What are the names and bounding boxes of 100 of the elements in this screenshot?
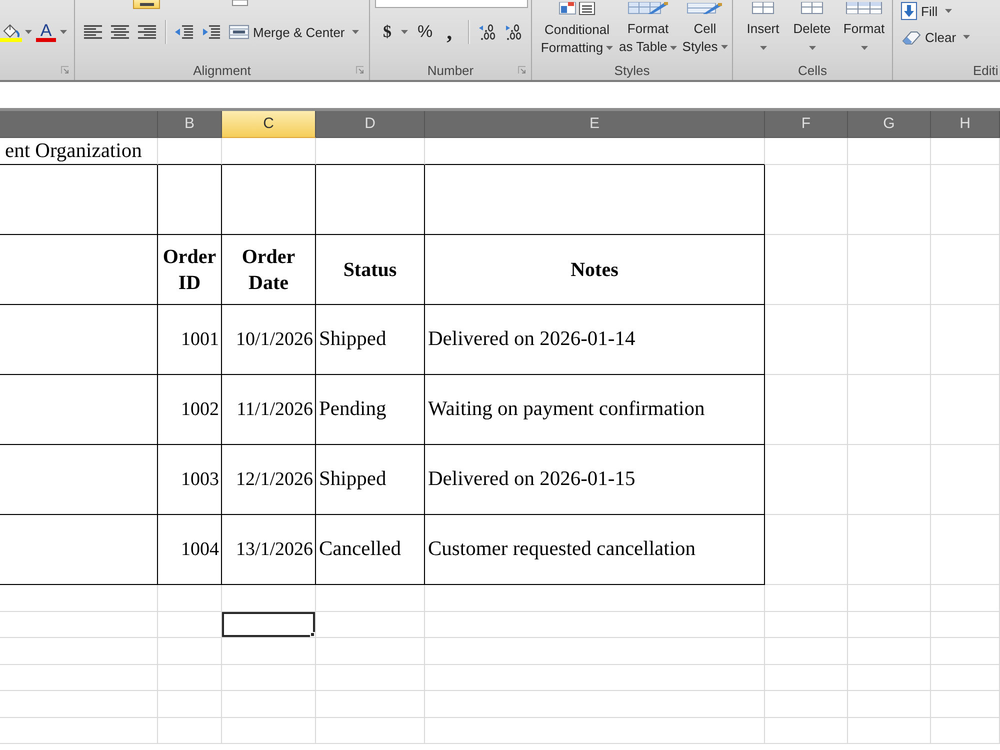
merge-cells-icon xyxy=(229,25,249,39)
caret-icon xyxy=(400,30,408,34)
wrap-text-icon[interactable] xyxy=(232,0,248,6)
clear-button[interactable]: Clear xyxy=(901,28,970,46)
fill-button[interactable]: Fill xyxy=(901,2,952,20)
fill-handle[interactable] xyxy=(310,632,315,637)
table-cell: 1003 xyxy=(158,445,222,515)
ribbon-button[interactable]: Delete xyxy=(790,0,834,58)
group-label: Cells xyxy=(798,62,827,78)
column-heading: Order ID xyxy=(158,235,222,305)
empty-cell xyxy=(931,585,1000,612)
empty-cell xyxy=(931,638,1000,664)
align-right-icon[interactable] xyxy=(138,25,156,39)
empty-cell xyxy=(158,165,222,235)
column-header[interactable]: D xyxy=(316,111,425,138)
table-grid-icon xyxy=(752,2,774,14)
cell-styles-button[interactable]: Cell Styles xyxy=(679,0,731,58)
empty-cell xyxy=(158,585,222,612)
table-cell: Delivered on 2026-01-14 xyxy=(425,305,765,375)
column-header[interactable]: E xyxy=(425,111,765,138)
ribbon-button[interactable]: Insert xyxy=(741,0,785,58)
caret-icon xyxy=(760,46,766,50)
indent-icon[interactable] xyxy=(202,25,220,39)
align-center-icon[interactable] xyxy=(111,25,129,39)
caret-icon xyxy=(720,45,728,50)
column-heading: Order Date xyxy=(222,235,316,305)
caret-icon xyxy=(25,30,32,34)
conditional-formatting-button[interactable]: Conditional Formatting xyxy=(537,0,617,58)
group-label: Alignment xyxy=(193,62,251,78)
table-cell: 1001 xyxy=(158,305,222,375)
down-arrow-icon xyxy=(901,2,917,20)
merge-button[interactable]: Merge & Center xyxy=(229,24,359,40)
ribbon-button[interactable]: Format xyxy=(839,0,889,58)
empty-cell xyxy=(931,691,1000,718)
table-cell: 12/1/2026 xyxy=(222,445,316,515)
column-header[interactable]: G xyxy=(848,111,931,138)
selected-cell[interactable] xyxy=(222,612,316,638)
table-cell: Delivered on 2026-01-15 xyxy=(425,445,765,515)
empty-cell xyxy=(931,375,1000,445)
align-bottom-button[interactable] xyxy=(133,0,160,9)
table-cell: 11/1/2026 xyxy=(222,375,316,445)
table-cell: Customer requested cancellation xyxy=(425,515,765,585)
group-label: Number xyxy=(427,62,474,78)
eraser-icon xyxy=(901,29,921,45)
sheet-title: ent Organization xyxy=(0,138,158,165)
percent-button[interactable]: % xyxy=(418,22,433,42)
table-cell: 1002 xyxy=(158,375,222,445)
empty-cell xyxy=(931,612,1000,638)
empty-cell xyxy=(158,612,222,638)
empty-cell xyxy=(158,638,222,664)
colored-grid-icon xyxy=(559,2,595,14)
table-brush-icon xyxy=(628,2,668,14)
empty-cell xyxy=(931,664,1000,691)
table-cell: 1004 xyxy=(158,515,222,585)
align-left-icon[interactable] xyxy=(84,25,102,39)
table-grid-icon xyxy=(801,2,823,14)
number-format-field[interactable] xyxy=(375,0,528,8)
column-heading: Status xyxy=(316,235,425,305)
table-cell: Shipped xyxy=(316,305,425,375)
caret-icon xyxy=(670,46,678,50)
table-cell: Shipped xyxy=(316,445,425,515)
empty-cell xyxy=(931,445,1000,515)
empty-cell xyxy=(931,515,1000,585)
caret-icon xyxy=(808,46,816,50)
caret-icon xyxy=(944,9,952,13)
column-header[interactable]: F xyxy=(765,111,848,138)
empty-cell xyxy=(931,165,1000,235)
paint-bucket-icon xyxy=(0,22,22,42)
comma-style-button[interactable]: , xyxy=(446,22,452,42)
group-label: Editi xyxy=(973,62,998,78)
caret-icon xyxy=(352,30,359,34)
format-as-table-button[interactable]: Format as Table xyxy=(619,0,677,58)
caret-icon xyxy=(60,30,67,34)
column-header[interactable]: C xyxy=(222,111,316,138)
currency-button[interactable]: $ xyxy=(383,22,408,42)
font-color-button[interactable]: A xyxy=(36,22,67,42)
group-label: Styles xyxy=(614,62,650,78)
column-heading: Notes xyxy=(425,235,765,305)
empty-cell xyxy=(158,718,222,744)
table-cell: Waiting on payment confirmation xyxy=(425,375,765,445)
fill-color-button[interactable] xyxy=(0,22,32,42)
table-cell: Pending xyxy=(316,375,425,445)
column-header[interactable]: H xyxy=(931,111,1000,138)
empty-cell xyxy=(158,138,222,165)
caret-icon xyxy=(963,35,970,39)
table-rows-icon xyxy=(846,2,882,14)
table-cell: Cancelled xyxy=(316,515,425,585)
outdent-icon[interactable] xyxy=(175,25,193,39)
table-cell: 13/1/2026 xyxy=(222,515,316,585)
align-bottom-icon xyxy=(140,3,154,6)
cell-brush-icon xyxy=(687,2,723,14)
empty-cell xyxy=(931,305,1000,375)
empty-cell xyxy=(931,138,1000,165)
empty-cell xyxy=(158,664,222,691)
table-cell: 10/1/2026 xyxy=(222,305,316,375)
empty-cell xyxy=(158,691,222,718)
caret-icon xyxy=(606,46,614,50)
increase-decimal-icon[interactable] xyxy=(479,24,498,40)
empty-cell xyxy=(931,718,1000,744)
decrease-decimal-icon[interactable] xyxy=(505,24,524,40)
